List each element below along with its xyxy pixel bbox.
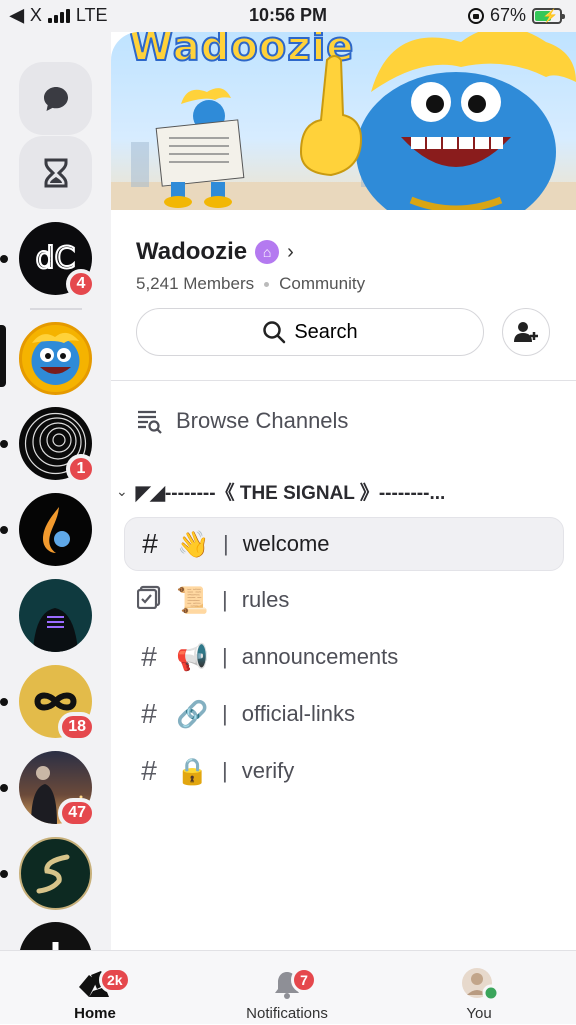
channel-separator: | <box>222 644 228 669</box>
notifications-badge: 7 <box>291 967 317 993</box>
mention-badge: 1 <box>66 454 96 484</box>
server-avatar <box>19 579 92 652</box>
add-server-button[interactable] <box>19 922 92 950</box>
channel-announcements[interactable]: # 📢 | announcements <box>124 630 564 684</box>
battery-percent: 67% <box>489 5 526 25</box>
tab-you-label: You <box>466 1005 492 1022</box>
mention-badge: 4 <box>66 269 96 299</box>
search-label: Search <box>294 320 358 343</box>
server-meta: 5,241 Members Community <box>136 274 365 294</box>
channel-separator: | <box>223 531 229 556</box>
server-icon-flame[interactable] <box>19 493 92 566</box>
direct-messages-button[interactable] <box>19 62 92 135</box>
channel-verify[interactable]: # 🔒 | verify <box>124 744 564 798</box>
chevron-down-icon: ⌄ <box>116 483 128 499</box>
server-icon-wadoozie[interactable] <box>19 322 92 395</box>
server-icon-city[interactable]: 47 <box>19 751 96 828</box>
channel-emoji: 🔒 <box>176 755 209 786</box>
user-avatar <box>459 965 499 1005</box>
unread-indicator <box>0 526 8 534</box>
server-icon-infinity[interactable]: 18 <box>19 665 96 742</box>
timer-button[interactable] <box>19 136 92 209</box>
meta-separator <box>264 281 270 287</box>
hash-icon: # <box>142 528 158 559</box>
tab-you[interactable]: You <box>404 951 554 1025</box>
channel-emoji: 👋 <box>177 528 210 559</box>
tab-home-label: Home <box>74 1005 116 1022</box>
browse-channels-icon <box>138 410 162 434</box>
unread-indicator <box>0 698 8 706</box>
add-server-avatar <box>19 922 92 950</box>
server-rail: dC 4 1 18 47 <box>0 32 111 950</box>
unread-indicator <box>0 440 8 448</box>
bottom-tab-bar: 2k Home 7 Notifications You <box>0 950 576 1024</box>
hash-icon: # <box>141 641 157 672</box>
status-bar: ◀ X LTE 10:56 PM 67% ⚡ <box>0 0 576 32</box>
selected-indicator <box>0 325 6 387</box>
svg-text:dC: dC <box>36 241 76 276</box>
member-count: 5,241 Members <box>136 274 255 293</box>
rules-checkbox-icon <box>136 584 162 616</box>
channel-name: verify <box>241 758 295 783</box>
server-icon-dc[interactable]: dC 4 <box>19 222 96 299</box>
channel-name: official-links <box>241 701 356 726</box>
rail-divider <box>30 308 82 310</box>
status-right: 67% ⚡ <box>467 5 565 26</box>
battery-icon: ⚡ <box>532 7 565 24</box>
header-divider <box>111 380 576 381</box>
channel-welcome[interactable]: # 👋 | welcome <box>124 517 564 571</box>
invite-members-button[interactable] <box>502 308 550 356</box>
server-icon-s[interactable] <box>19 837 92 910</box>
add-user-icon <box>514 322 538 342</box>
server-type: Community <box>279 274 366 293</box>
channel-emoji: 📜 <box>176 584 209 615</box>
mention-badge: 47 <box>58 798 96 828</box>
unread-indicator <box>0 784 8 792</box>
channel-emoji: 📢 <box>176 641 209 672</box>
server-avatar <box>19 322 92 395</box>
channel-separator: | <box>222 701 228 726</box>
mascot-illustration <box>111 32 576 210</box>
channel-emoji: 🔗 <box>176 698 209 729</box>
channel-separator: | <box>222 587 228 612</box>
tab-notifications[interactable]: 7 Notifications <box>212 951 362 1025</box>
search-button[interactable]: Search <box>136 308 484 356</box>
community-badge-icon: ⌂ <box>255 240 280 264</box>
mention-badge: 18 <box>58 712 96 742</box>
hash-icon: # <box>141 755 157 786</box>
channel-name: rules <box>241 587 290 612</box>
channel-separator: | <box>222 758 228 783</box>
server-icon-hacker[interactable] <box>19 579 92 652</box>
chevron-right-icon: › <box>287 240 294 263</box>
server-banner: Wadoozie <box>111 32 576 210</box>
tab-notifications-label: Notifications <box>246 1005 328 1022</box>
server-name-button[interactable]: Wadoozie ⌂ › <box>136 238 294 266</box>
tab-home[interactable]: 2k Home <box>20 951 170 1025</box>
orientation-lock-icon <box>467 7 484 24</box>
home-icon: 2k <box>75 965 131 1005</box>
server-name: Wadoozie <box>136 238 248 265</box>
chat-bubble-icon <box>43 86 68 111</box>
unread-indicator <box>0 870 8 878</box>
category-name: ◤◢--------《 THE SIGNAL 》--------... <box>135 483 446 504</box>
channel-official-links[interactable]: # 🔗 | official-links <box>124 687 564 741</box>
search-icon <box>263 321 286 344</box>
channel-name: announcements <box>241 644 399 669</box>
server-icon-spiral[interactable]: 1 <box>19 407 96 484</box>
channel-rules[interactable]: 📜 | rules <box>124 573 564 627</box>
channel-name: welcome <box>242 531 330 556</box>
browse-channels-button[interactable]: Browse Channels <box>136 408 348 434</box>
hourglass-icon <box>44 158 67 187</box>
home-badge: 2k <box>99 967 131 993</box>
server-avatar <box>19 493 92 566</box>
server-avatar <box>19 837 92 910</box>
bell-icon: 7 <box>267 965 317 1005</box>
hash-icon: # <box>141 698 157 729</box>
unread-indicator <box>0 255 8 263</box>
category-header[interactable]: ⌄ ◤◢--------《 THE SIGNAL 》--------... <box>116 478 571 505</box>
browse-channels-label: Browse Channels <box>176 408 349 433</box>
